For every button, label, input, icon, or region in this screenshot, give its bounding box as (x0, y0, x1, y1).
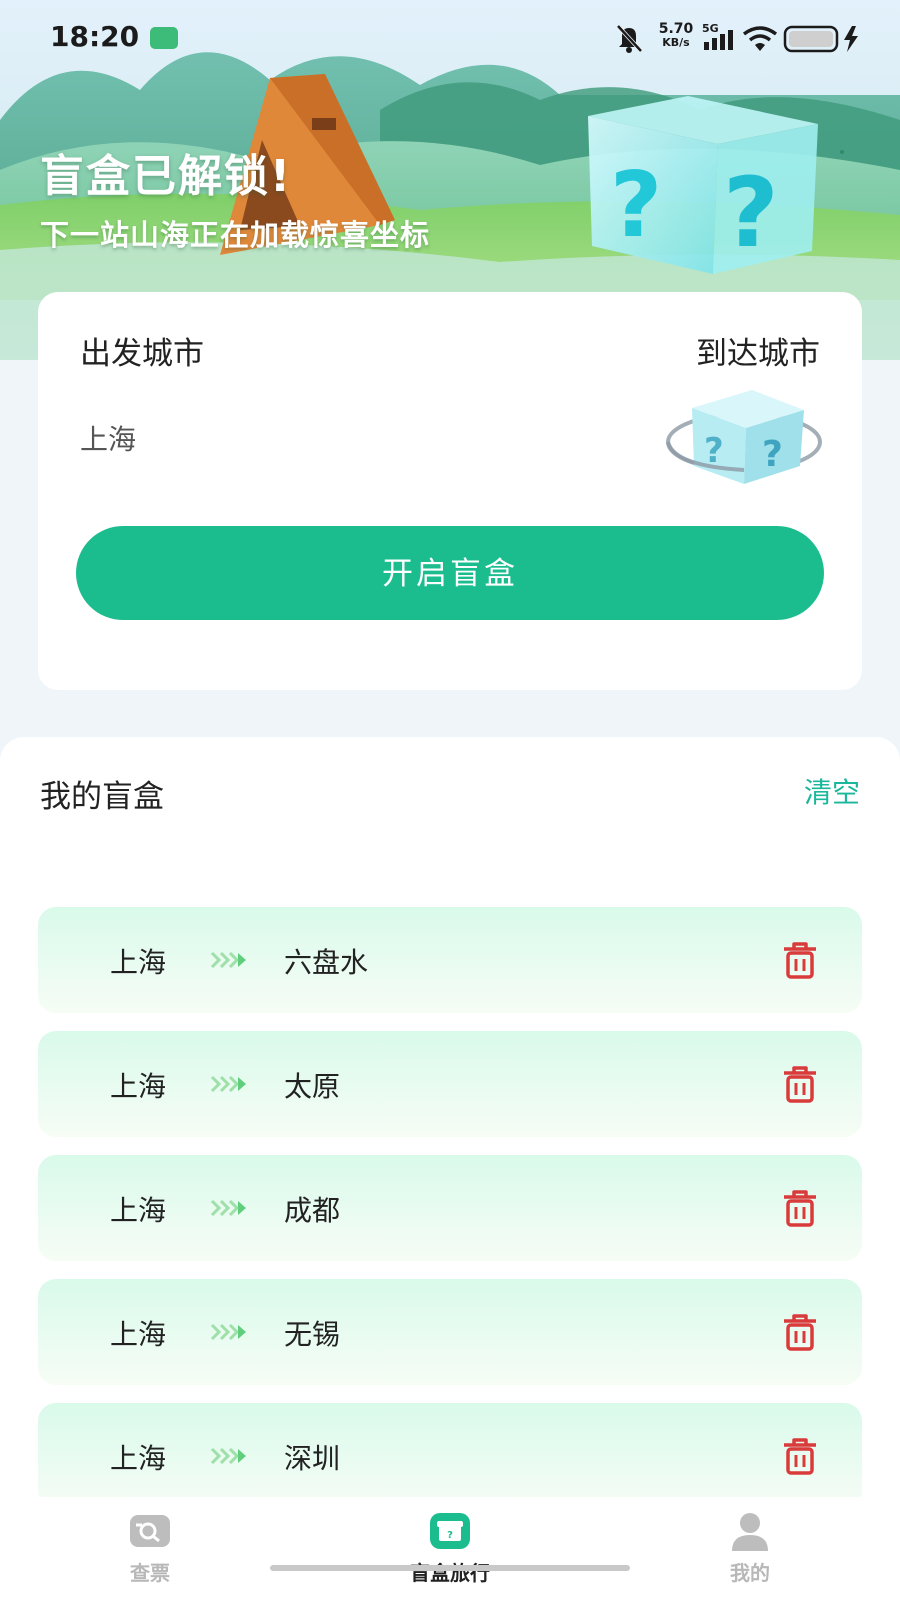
svg-text:?: ? (447, 1530, 453, 1541)
hero-subtitle: 下一站山海正在加载惊喜坐标 (40, 218, 431, 252)
trip-item[interactable]: 上海 太原 (38, 1031, 862, 1137)
my-blind-boxes-section: 我的盲盒 清空 上海 六盘水 上海 太原 上海 成都 上海 无锡 上海 深圳 (0, 737, 900, 1497)
my-blind-boxes-title: 我的盲盒 (40, 779, 164, 815)
clear-button[interactable]: 清空 (804, 771, 860, 811)
home-indicator[interactable] (270, 1565, 630, 1571)
trip-item[interactable]: 上海 深圳 (38, 1403, 862, 1497)
charging-icon (844, 26, 858, 52)
nav-label: 盲盒旅行 (410, 1561, 490, 1585)
open-blind-box-button[interactable]: 开启盲盒 (76, 526, 824, 620)
trip-from-city: 上海 (110, 1194, 167, 1227)
ticket-search-icon (130, 1515, 170, 1547)
trash-icon[interactable] (780, 1312, 820, 1352)
nav-label: 查票 (130, 1561, 170, 1585)
status-time: 18:20 (50, 20, 140, 53)
trip-from-city: 上海 (110, 1070, 167, 1103)
chevrons-right-icon (210, 1199, 246, 1217)
network-speed: 5.70 KB/s (658, 21, 694, 49)
bell-mute-icon (616, 24, 643, 53)
nav-label: 我的 (730, 1561, 770, 1585)
depart-city-label: 出发城市 (80, 336, 204, 372)
depart-city-value[interactable]: 上海 (80, 418, 136, 458)
nav-item-mine[interactable]: 我的 (670, 1509, 830, 1586)
hero-title: 盲盒已解锁! (40, 151, 293, 202)
network-type: 5G (702, 22, 719, 35)
trip-item[interactable]: 上海 成都 (38, 1155, 862, 1261)
svg-text:?: ? (610, 153, 662, 258)
trip-from-city: 上海 (110, 1318, 167, 1351)
svg-text:?: ? (762, 434, 783, 475)
app-notification-icon (150, 27, 178, 49)
trip-item[interactable]: 上海 六盘水 (38, 907, 862, 1013)
trip-to-city: 成都 (284, 1194, 341, 1227)
trip-to-city: 无锡 (284, 1318, 341, 1351)
chevrons-right-icon (210, 1075, 246, 1093)
trip-to-city: 深圳 (284, 1442, 341, 1475)
trip-item[interactable]: 上海 无锡 (38, 1279, 862, 1385)
trip-from-city: 上海 (110, 946, 167, 979)
trash-icon[interactable] (780, 1064, 820, 1104)
trip-from-city: 上海 (110, 1442, 167, 1475)
nav-item-tickets[interactable]: 查票 (70, 1509, 230, 1586)
battery-icon (783, 25, 839, 53)
search-card: 出发城市 到达城市 上海 ? ? 开启盲盒 (38, 292, 862, 690)
trash-icon[interactable] (780, 1188, 820, 1228)
chevrons-right-icon (210, 951, 246, 969)
nav-item-blind-box-travel[interactable]: ? 盲盒旅行 (370, 1509, 530, 1586)
trash-icon[interactable] (780, 940, 820, 980)
bottom-nav: 查票 ? 盲盒旅行 我的 (0, 1497, 900, 1600)
signal-icon: 5G (702, 22, 733, 50)
trip-to-city: 六盘水 (284, 946, 369, 979)
gift-box-icon: ? (430, 1513, 470, 1549)
chevrons-right-icon (210, 1323, 246, 1341)
status-bar: 18:20 5G 5.70 KB/s (0, 0, 900, 76)
user-icon (732, 1513, 768, 1551)
trip-to-city: 太原 (284, 1070, 341, 1103)
trash-icon[interactable] (780, 1436, 820, 1476)
status-icon-strip: 5G (616, 22, 858, 53)
svg-text:?: ? (723, 157, 779, 269)
arrive-city-label: 到达城市 (696, 336, 820, 372)
mystery-box-icon: ? ? (666, 390, 822, 484)
chevrons-right-icon (210, 1447, 246, 1465)
app-screen: ? ? 盲盒已解锁! 下一站山海正在加载惊喜坐标 18:20 5G 5.70 K… (0, 0, 900, 1600)
hero-mystery-cube: ? ? (588, 96, 818, 274)
wifi-icon (742, 26, 778, 51)
